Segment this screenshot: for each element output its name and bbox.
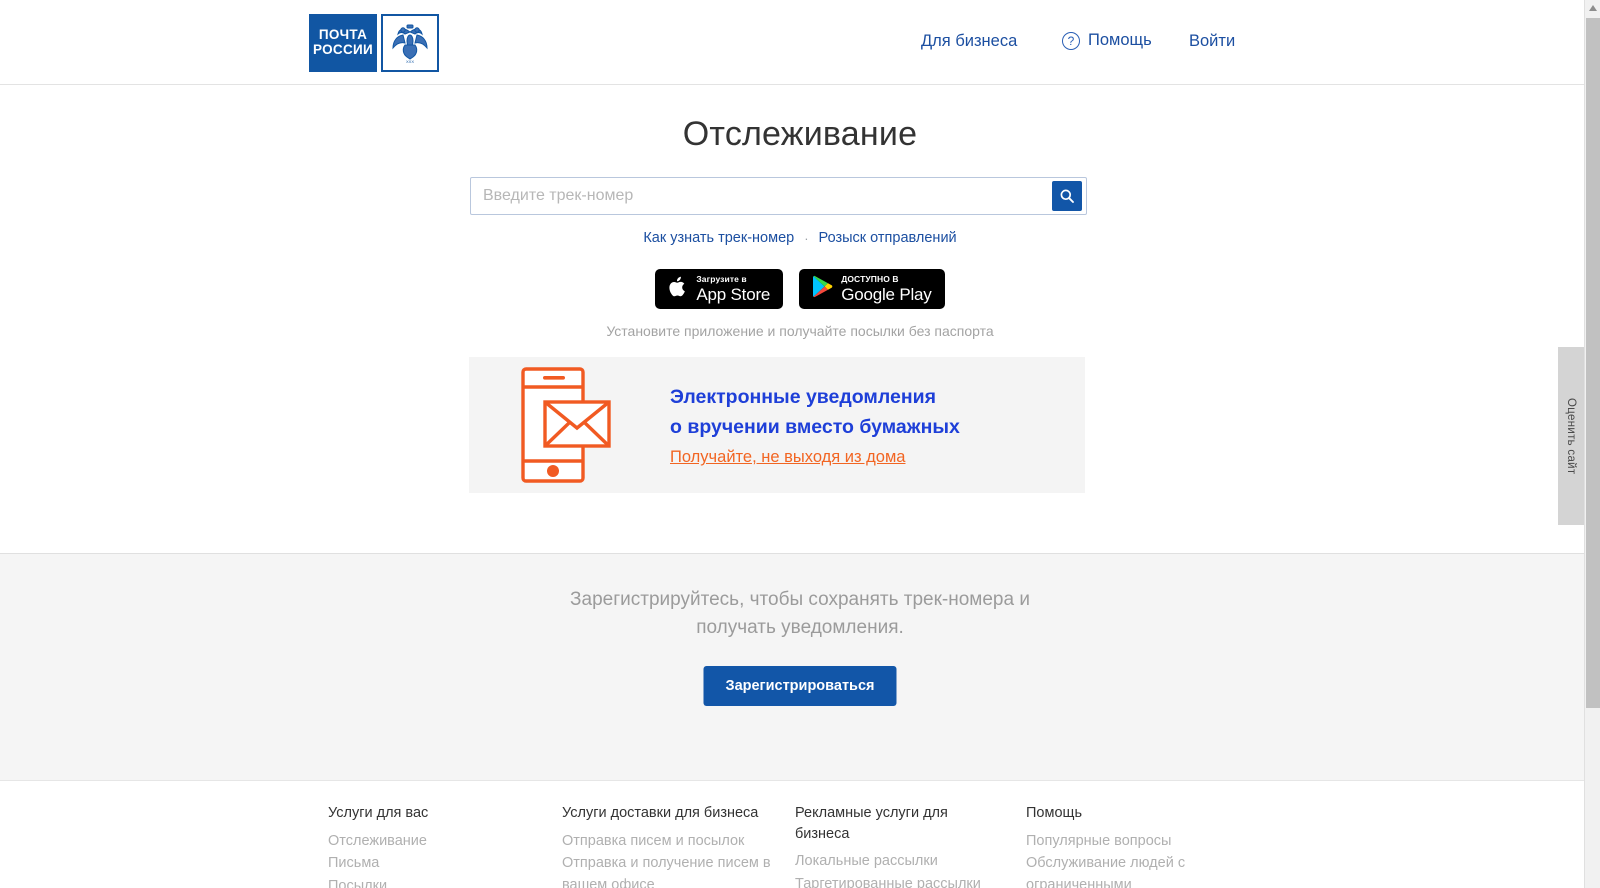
search-icon: [1059, 188, 1075, 204]
footer-link-popular-questions[interactable]: Популярные вопросы: [1026, 831, 1226, 853]
nav-link-login[interactable]: Войти: [1189, 32, 1235, 51]
search-input[interactable]: [471, 178, 1052, 214]
footer-link-letters[interactable]: Письма: [328, 853, 538, 875]
footer-column-advertising-services: Рекламные услуги для бизнеса Локальные р…: [795, 803, 1005, 888]
footer-link-local-mailings[interactable]: Локальные рассылки: [795, 851, 1005, 873]
promo-banner[interactable]: Электронные уведомления о вручении вмест…: [469, 357, 1085, 493]
link-search-shipments[interactable]: Розыск отправлений: [819, 230, 957, 246]
app-store-text: Загрузите в App Store: [696, 275, 770, 303]
tracking-hero: Отслеживание Как узнать трек-номер · Роз…: [0, 85, 1600, 553]
google-play-icon: [812, 275, 833, 303]
nav-link-help-label[interactable]: Помощь: [1088, 31, 1152, 50]
tracking-search-box[interactable]: [470, 177, 1087, 215]
logo-word-line2: РОССИИ: [312, 42, 374, 57]
footer-heading[interactable]: Услуги для вас: [328, 803, 538, 824]
rate-site-label: Оценить сайт: [1565, 397, 1577, 475]
promo-title-line1: Электронные уведомления: [670, 385, 936, 408]
footer-heading[interactable]: Услуги доставки для бизнеса: [562, 803, 777, 824]
rate-site-tab[interactable]: Оценить сайт: [1558, 347, 1584, 525]
footer-heading[interactable]: Рекламные услуги для бизнеса: [795, 803, 1005, 844]
footer-link-send-letters-parcels[interactable]: Отправка писем и посылок: [562, 831, 777, 853]
logo-word-line1: ПОЧТА: [318, 27, 368, 43]
link-how-to-find-track-number[interactable]: Как узнать трек-номер: [643, 230, 794, 246]
phone-envelope-icon: [517, 365, 617, 485]
register-prompt-line2: получать уведомления.: [696, 616, 904, 638]
tracking-sublinks: Как узнать трек-номер · Розыск отправлен…: [0, 230, 1600, 246]
footer-column-help: Помощь Популярные вопросы Обслуживание л…: [1026, 803, 1226, 888]
footer-link-parcels[interactable]: Посылки: [328, 876, 538, 888]
logo[interactable]: ПОЧТА РОССИИ XXX: [309, 14, 439, 72]
footer-heading[interactable]: Помощь: [1026, 803, 1226, 824]
site-header: ПОЧТА РОССИИ XXX Для бизнеса ? Помощь Во…: [0, 0, 1600, 85]
apple-icon: [668, 275, 688, 304]
google-play-big-label: Google Play: [841, 284, 932, 304]
app-store-small-label: Загрузите в: [696, 274, 747, 285]
footer-link-tracking[interactable]: Отслеживание: [328, 831, 538, 853]
sublink-separator: ·: [804, 230, 809, 246]
promo-link[interactable]: Получайте, не выходя из дома: [670, 448, 905, 467]
svg-text:XXX: XXX: [406, 59, 414, 64]
nav-link-business[interactable]: Для бизнеса: [921, 32, 1017, 51]
footer-link-office-mail[interactable]: Отправка и получение писем в вашем офисе: [562, 853, 777, 888]
app-store-badge[interactable]: Загрузите в App Store: [655, 269, 784, 309]
page-title: Отслеживание: [682, 115, 918, 153]
google-play-text: ДОСТУПНО В Google Play: [841, 274, 932, 304]
google-play-small-label: ДОСТУПНО В: [841, 274, 899, 285]
double-headed-eagle-icon: XXX: [381, 14, 439, 72]
register-button[interactable]: Зарегистрироваться: [703, 666, 897, 706]
footer-columns: Услуги для вас Отслеживание Письма Посыл…: [0, 803, 1600, 888]
register-prompt-line1: Зарегистрируйтесь, чтобы сохранять трек-…: [570, 589, 1030, 610]
app-store-big-label: App Store: [696, 284, 771, 304]
app-store-badges: Загрузите в App Store ДОСТУПНО В Google …: [0, 269, 1600, 309]
page-root: ПОЧТА РОССИИ XXX Для бизнеса ? Помощь Во…: [0, 0, 1600, 888]
app-install-note: Установите приложение и получайте посылк…: [606, 323, 994, 339]
logo-wordmark: ПОЧТА РОССИИ: [309, 14, 377, 72]
search-button[interactable]: [1052, 181, 1082, 211]
register-section: Зарегистрируйтесь, чтобы сохранять трек-…: [0, 553, 1600, 781]
register-prompt: Зарегистрируйтесь, чтобы сохранять трек-…: [0, 586, 1600, 641]
scrollbar-thumb[interactable]: [1586, 18, 1600, 708]
footer-column-business-delivery: Услуги доставки для бизнеса Отправка пис…: [562, 803, 777, 888]
footer-link-targeted-mailings[interactable]: Таргетированные рассылки: [795, 874, 1005, 888]
footer-column-services-for-you: Услуги для вас Отслеживание Письма Посыл…: [328, 803, 538, 888]
promo-title-line2: о вручении вместо бумажных: [670, 415, 960, 438]
google-play-badge[interactable]: ДОСТУПНО В Google Play: [799, 269, 945, 309]
nav-link-help[interactable]: ? Помощь: [1062, 31, 1152, 50]
vertical-scrollbar[interactable]: [1584, 0, 1600, 888]
question-circle-icon: ?: [1062, 31, 1080, 50]
footer-link-accessibility[interactable]: Обслуживание людей с ограниченными возмо…: [1026, 853, 1226, 888]
triangle-up-icon[interactable]: [1585, 0, 1600, 16]
site-footer: Услуги для вас Отслеживание Письма Посыл…: [0, 781, 1600, 888]
promo-text: Электронные уведомления о вручении вмест…: [670, 383, 960, 467]
